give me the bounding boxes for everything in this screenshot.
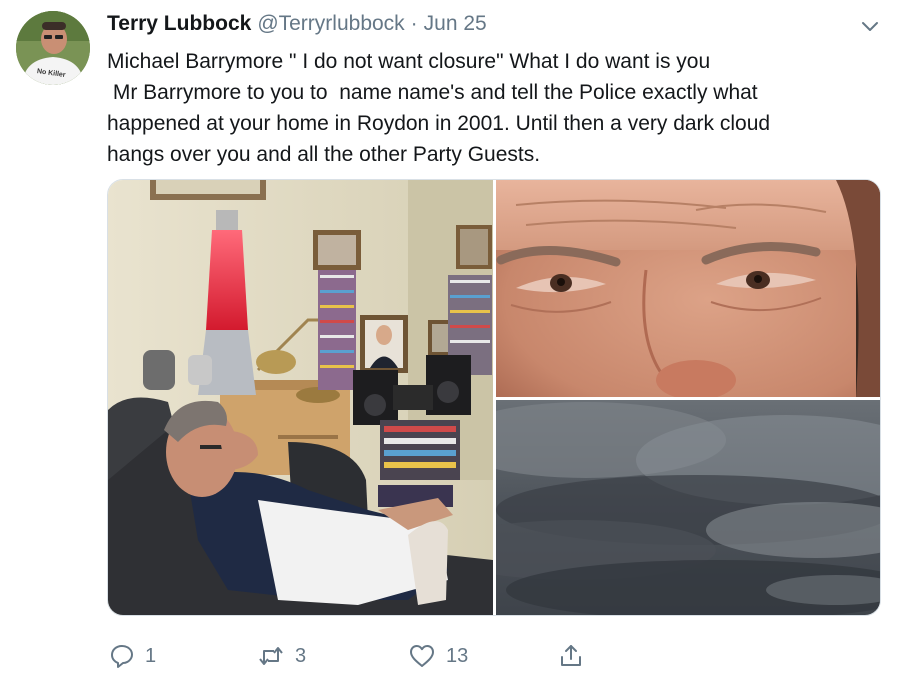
face-closeup-image [496, 180, 880, 397]
avatar-image: No Killer [16, 11, 90, 85]
tweet-actions: 1 3 13 [107, 640, 607, 672]
retweet-button[interactable]: 3 [257, 640, 306, 672]
tweet-text: Michael Barrymore " I do not want closur… [107, 46, 877, 170]
living-room-image [108, 180, 493, 615]
share-icon [561, 645, 581, 666]
share-button[interactable] [558, 640, 584, 672]
retweet-count: 3 [295, 644, 307, 667]
media-grid [107, 179, 881, 616]
retweet-icon [259, 647, 283, 665]
tweet-text-line: hangs over you and all the other Party G… [107, 143, 541, 166]
reply-count: 1 [145, 644, 157, 667]
like-count: 13 [446, 644, 469, 667]
tweet-text-line: Mr Barrymore to you to name name's and t… [107, 81, 758, 104]
tweet-header: Terry Lubbock @Terryrlubbock · Jun 25 [107, 12, 487, 42]
chevron-down-icon [862, 22, 878, 31]
photo-face-closeup[interactable] [496, 180, 880, 397]
tweet[interactable]: No Killer Terry Lubbock @Terryrlubbock ·… [0, 0, 900, 676]
user-handle[interactable]: @Terryrlubbock [257, 12, 404, 36]
separator-dot: · [410, 12, 418, 35]
dark-clouds-image [496, 400, 880, 615]
photo-living-room[interactable] [108, 180, 493, 615]
reply-icon [111, 645, 133, 668]
tweet-text-line: happened at your home in Roydon in 2001.… [107, 112, 771, 135]
more-options-button[interactable] [858, 14, 882, 38]
display-name[interactable]: Terry Lubbock [107, 12, 251, 36]
heart-icon [410, 645, 434, 667]
photo-dark-clouds[interactable] [496, 400, 880, 615]
like-button[interactable]: 13 [408, 640, 468, 672]
tweet-text-line: Michael Barrymore " I do not want closur… [107, 50, 711, 73]
avatar[interactable]: No Killer [16, 11, 90, 85]
tweet-date[interactable]: Jun 25 [424, 12, 487, 36]
reply-button[interactable]: 1 [109, 640, 156, 672]
